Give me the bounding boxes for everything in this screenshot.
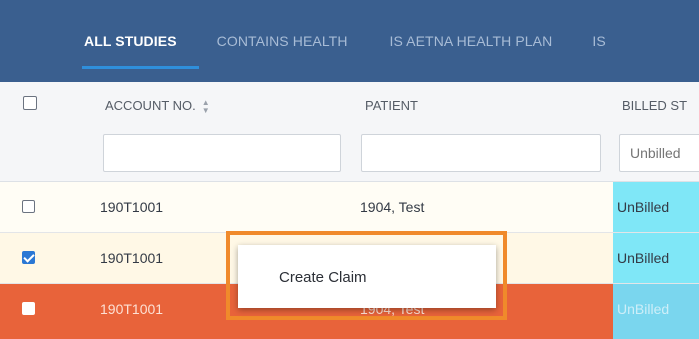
account-cell: 190T1001 bbox=[100, 199, 164, 215]
column-header-billed-status[interactable]: BILLED ST bbox=[622, 98, 687, 113]
row-checkbox[interactable] bbox=[22, 302, 35, 315]
tab-all-studies[interactable]: ALL STUDIES bbox=[82, 0, 199, 82]
tab-bar: ALL STUDIES CONTAINS HEALTH IS AETNA HEA… bbox=[0, 0, 699, 82]
billed-status-filter-input[interactable] bbox=[619, 134, 699, 172]
patient-cell: 1904, Test bbox=[360, 199, 425, 215]
billed-status-cell: UnBilled bbox=[613, 284, 699, 339]
create-claim-menu-item[interactable]: Create Claim bbox=[238, 245, 496, 308]
tab-contains-health[interactable]: CONTAINS HEALTH bbox=[217, 0, 348, 82]
column-header-patient[interactable]: PATIENT bbox=[365, 98, 418, 113]
tab-overflow[interactable]: IS bbox=[592, 0, 605, 82]
row-checkbox[interactable] bbox=[22, 200, 35, 213]
context-menu-highlight: Create Claim bbox=[226, 231, 507, 320]
account-cell: 190T1001 bbox=[100, 301, 164, 317]
context-menu: Create Claim bbox=[238, 245, 496, 308]
tab-is-aetna-health-plan[interactable]: IS AETNA HEALTH PLAN bbox=[390, 0, 553, 82]
patient-filter-input[interactable] bbox=[361, 134, 601, 172]
billed-status-cell: UnBilled bbox=[613, 182, 699, 232]
sort-asc-icon[interactable]: ▲ ▼ bbox=[202, 98, 210, 115]
account-cell: 190T1001 bbox=[100, 250, 164, 266]
row-checkbox-checked[interactable] bbox=[22, 251, 35, 264]
account-filter-input[interactable] bbox=[103, 134, 341, 172]
grid-header: ACCOUNT NO. ▲ ▼ PATIENT BILLED ST bbox=[0, 82, 699, 182]
select-all-checkbox[interactable] bbox=[23, 96, 37, 110]
billed-status-cell: UnBilled bbox=[613, 233, 699, 283]
table-row[interactable]: 190T1001 1904, Test UnBilled bbox=[0, 182, 699, 233]
column-header-account-label: ACCOUNT NO. bbox=[105, 98, 196, 113]
column-header-account[interactable]: ACCOUNT NO. ▲ ▼ bbox=[105, 98, 210, 115]
